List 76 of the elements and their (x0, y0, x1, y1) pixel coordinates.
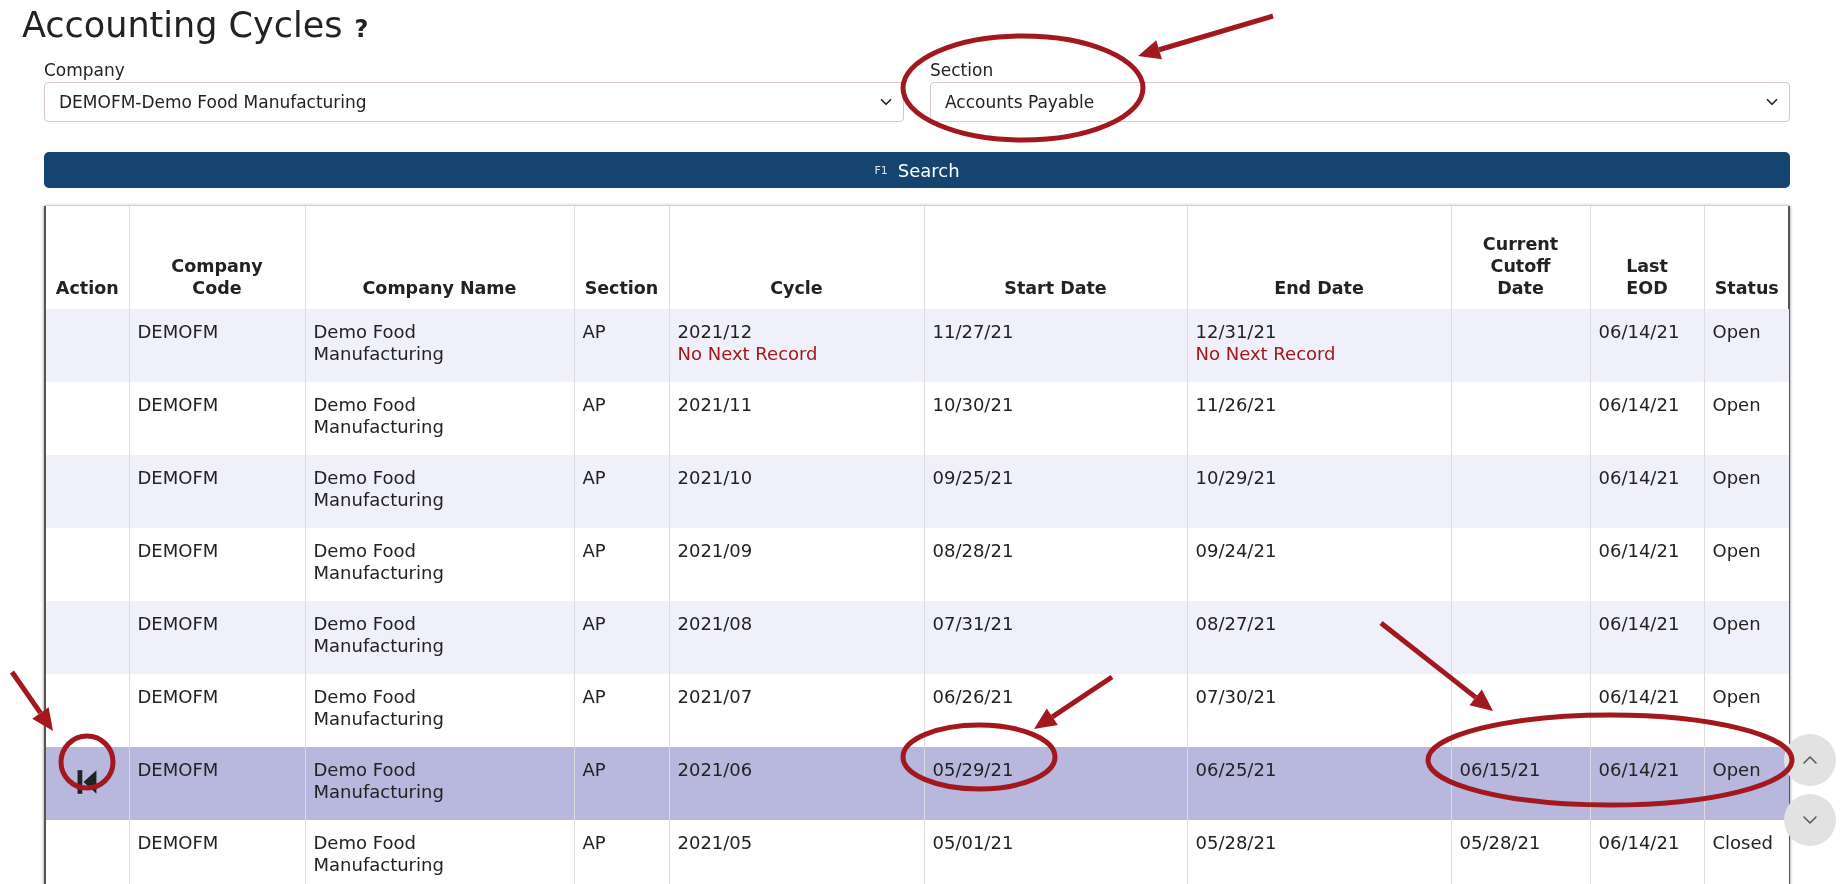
table-cell: Demo Food Manufacturing (305, 455, 574, 528)
table-cell: DEMOFM (129, 382, 305, 455)
cycle-text: 2021/06 (677, 759, 754, 781)
cycle-text: 2021/08 (677, 613, 754, 635)
field-label: Section (930, 60, 995, 80)
field-label: Company (44, 60, 126, 80)
table-cell: 11/27/21 (924, 309, 1187, 382)
cycle-text: 2021/05 (677, 832, 754, 854)
table-cell: Open (1704, 747, 1789, 820)
table-cell: DEMOFM (129, 747, 305, 820)
search-button[interactable]: F1 Search (44, 152, 1790, 188)
table-cell: 06/26/21 (924, 674, 1187, 747)
cycle-text: 2021/07 (677, 686, 754, 708)
table-cell: 06/14/21 (1590, 309, 1704, 382)
table-cell: 06/14/21 (1590, 601, 1704, 674)
table-cell: 05/29/21 (924, 747, 1187, 820)
date-text: 07/30/21 (1195, 686, 1278, 708)
cycle-text: 2021/11 (677, 394, 754, 416)
table-cell: 06/14/21 (1590, 382, 1704, 455)
table-cell: DEMOFM (129, 601, 305, 674)
table-cell: DEMOFM (129, 528, 305, 601)
table-cell: AP (574, 601, 669, 674)
table-cell: 05/28/21 (1451, 820, 1590, 884)
cycle-text: 2021/09 (677, 540, 754, 562)
table-cell: Demo Food Manufacturing (305, 747, 574, 820)
table-cell: Closed (1704, 820, 1789, 884)
table-cell: AP (574, 309, 669, 382)
dropdown-field[interactable]: Accounts Payable (930, 82, 1790, 122)
table-cell: Demo Food Manufacturing (305, 674, 574, 747)
table-cell: AP (574, 528, 669, 601)
cycle-text: 2021/10 (677, 467, 754, 489)
table-cell: Open (1704, 382, 1789, 455)
dropdown-field[interactable]: DEMOFM-Demo Food Manufacturing (44, 82, 904, 122)
table-cell: DEMOFM (129, 455, 305, 528)
table-cell: 08/28/21 (924, 528, 1187, 601)
date-text: 10/29/21 (1195, 467, 1278, 489)
table-cell: 07/31/21 (924, 601, 1187, 674)
table-cell: Demo Food Manufacturing (305, 820, 574, 884)
column-header: Action (46, 206, 129, 309)
warning-text: No Next Record (1195, 343, 1337, 365)
date-text: 06/25/21 (1195, 759, 1278, 781)
table-cell: AP (574, 382, 669, 455)
table-cell: 06/14/21 (1590, 455, 1704, 528)
date-text: 12/31/21 (1195, 321, 1278, 343)
table-cell: AP (574, 455, 669, 528)
table-cell: AP (574, 747, 669, 820)
table-cell: Open (1704, 601, 1789, 674)
table-cell: Open (1704, 455, 1789, 528)
table-cell: Open (1704, 309, 1789, 382)
date-text: 08/27/21 (1195, 613, 1278, 635)
table-cell: 06/14/21 (1590, 528, 1704, 601)
table-cell: Demo Food Manufacturing (305, 309, 574, 382)
table-cell: 09/25/21 (924, 455, 1187, 528)
table-cell: Open (1704, 674, 1789, 747)
table-cell: 06/15/21 (1451, 747, 1590, 820)
table-cell: 10/30/21 (924, 382, 1187, 455)
table-cell: 06/14/21 (1590, 674, 1704, 747)
table-cell: Demo Food Manufacturing (305, 601, 574, 674)
date-text: 11/26/21 (1195, 394, 1278, 416)
table-cell: DEMOFM (129, 309, 305, 382)
cycle-text: 2021/12 (677, 321, 754, 343)
date-text: 05/28/21 (1195, 832, 1278, 854)
table-cell: 06/14/21 (1590, 820, 1704, 884)
table-cell: AP (574, 674, 669, 747)
table-cell: Demo Food Manufacturing (305, 528, 574, 601)
warning-text: No Next Record (677, 343, 819, 365)
table-cell: DEMOFM (129, 674, 305, 747)
table-cell: AP (574, 820, 669, 884)
table-cell: 06/14/21 (1590, 747, 1704, 820)
table-cell: Demo Food Manufacturing (305, 382, 574, 455)
page-title: Accounting Cycles (22, 4, 343, 47)
table-cell: Open (1704, 528, 1789, 601)
table-cell: 05/01/21 (924, 820, 1187, 884)
date-text: 09/24/21 (1195, 540, 1278, 562)
table-cell: DEMOFM (129, 820, 305, 884)
help-link[interactable]: ? (354, 15, 369, 43)
